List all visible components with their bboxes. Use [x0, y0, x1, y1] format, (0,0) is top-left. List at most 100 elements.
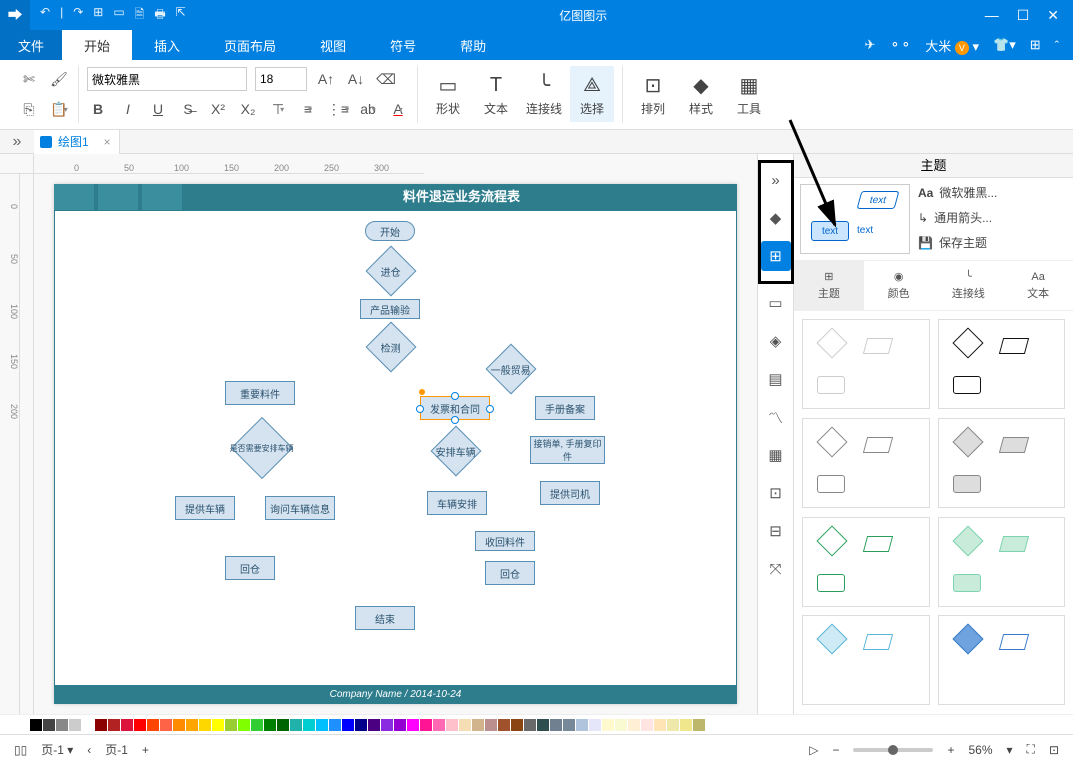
side-expand-icon[interactable]: » [761, 165, 791, 195]
side-chart-icon[interactable]: 〽 [761, 402, 791, 432]
font-size-select[interactable] [255, 67, 307, 91]
color-swatch[interactable] [212, 719, 224, 731]
copy-button[interactable]: ⎘ [18, 98, 40, 120]
node-diamond-2[interactable]: 检测 [366, 322, 417, 373]
side-attach-icon[interactable]: ⊡ [761, 478, 791, 508]
undo-button[interactable]: ↶ [40, 5, 50, 26]
color-swatch[interactable] [147, 719, 159, 731]
save-button[interactable]: 🗎 [135, 5, 145, 26]
theme-font-option[interactable]: Aa 微软雅黑... [918, 184, 1067, 201]
node-vehicle-arrange[interactable]: 车辆安排 [427, 491, 487, 515]
new-button[interactable]: ⊞ [93, 5, 103, 26]
theme-item[interactable] [938, 615, 1066, 705]
color-swatch[interactable] [329, 719, 341, 731]
node-manual[interactable]: 手册备案 [535, 396, 595, 420]
color-swatch[interactable] [667, 719, 679, 731]
color-swatch[interactable] [524, 719, 536, 731]
menu-insert[interactable]: 插入 [132, 30, 202, 60]
open-button[interactable]: ▭ [113, 5, 124, 26]
superscript-button[interactable]: X² [207, 98, 229, 120]
zoom-in-icon[interactable]: + [947, 743, 954, 757]
menu-view[interactable]: 视图 [298, 30, 368, 60]
menu-start[interactable]: 开始 [62, 30, 132, 60]
theme-tab-color[interactable]: ◉颜色 [864, 261, 934, 310]
font-name-select[interactable] [87, 67, 247, 91]
theme-item[interactable] [938, 319, 1066, 409]
side-table-icon[interactable]: ▦ [761, 440, 791, 470]
color-swatch[interactable] [537, 719, 549, 731]
zoom-value[interactable]: 56% [968, 743, 992, 757]
color-swatch[interactable] [251, 719, 263, 731]
color-swatch[interactable] [654, 719, 666, 731]
bold-button[interactable]: B [87, 98, 109, 120]
side-theme-icon[interactable]: ⊞ [761, 241, 791, 271]
color-swatch[interactable] [381, 719, 393, 731]
theme-item[interactable] [938, 517, 1066, 607]
send-icon[interactable]: ✈ [865, 37, 876, 53]
node-receipt[interactable]: 接销单, 手册复印件 [530, 436, 605, 464]
shirt-icon[interactable]: 👕▾ [993, 37, 1016, 53]
theme-item[interactable] [802, 418, 930, 508]
close-button[interactable]: ✕ [1047, 7, 1059, 24]
node-diamond-4[interactable]: 是否需要安排车辆 [231, 417, 293, 479]
color-swatch[interactable] [342, 719, 354, 731]
color-swatch[interactable] [550, 719, 562, 731]
print-button[interactable]: 🖶 [154, 5, 165, 26]
color-swatch[interactable] [628, 719, 640, 731]
cut-button[interactable]: ✄ [18, 68, 40, 90]
collapse-ribbon-icon[interactable]: ˆ [1055, 38, 1059, 53]
font-color-button[interactable]: A▾ [387, 98, 409, 120]
side-image-icon[interactable]: ▭ [761, 288, 791, 318]
color-swatch[interactable] [485, 719, 497, 731]
color-swatch[interactable] [394, 719, 406, 731]
color-swatch[interactable] [472, 719, 484, 731]
page-view-icon[interactable]: ▯▯ [14, 743, 27, 757]
color-swatch[interactable] [355, 719, 367, 731]
add-page-icon[interactable]: + [142, 743, 149, 757]
zoom-out-icon[interactable]: − [832, 743, 839, 757]
italic-button[interactable]: I [117, 98, 139, 120]
minimize-button[interactable]: — [985, 7, 999, 24]
share-icon[interactable]: ⚬⚬ [889, 37, 911, 53]
select-button[interactable]: ⟁选择 [570, 66, 614, 122]
theme-tab-connector[interactable]: ╰连接线 [934, 261, 1004, 310]
close-tab-icon[interactable]: × [104, 135, 111, 149]
maximize-button[interactable]: ☐ [1017, 7, 1030, 24]
color-swatch[interactable] [407, 719, 419, 731]
side-page-icon[interactable]: ▤ [761, 364, 791, 394]
style-button[interactable]: ◆样式 [679, 66, 723, 122]
increase-font-button[interactable]: A↑ [315, 68, 337, 90]
color-swatch[interactable] [290, 719, 302, 731]
color-swatch[interactable] [641, 719, 653, 731]
color-swatch[interactable] [615, 719, 627, 731]
node-diamond-1[interactable]: 进仓 [366, 246, 417, 297]
node-return1[interactable]: 回仓 [225, 556, 275, 580]
play-icon[interactable]: ▷ [809, 743, 818, 757]
color-swatch[interactable] [589, 719, 601, 731]
color-swatch[interactable] [186, 719, 198, 731]
color-swatch[interactable] [511, 719, 523, 731]
document-tab[interactable]: 绘图1 × [34, 130, 120, 154]
color-swatch[interactable] [498, 719, 510, 731]
menu-file[interactable]: 文件 [0, 30, 62, 60]
color-swatch[interactable] [43, 719, 55, 731]
color-swatch[interactable] [56, 719, 68, 731]
tools-button[interactable]: ▦工具 [727, 66, 771, 122]
color-swatch[interactable] [225, 719, 237, 731]
menu-symbol[interactable]: 符号 [368, 30, 438, 60]
redo-button[interactable]: ↷ [73, 5, 83, 26]
color-swatch[interactable] [576, 719, 588, 731]
underline-button[interactable]: U [147, 98, 169, 120]
color-swatch[interactable] [459, 719, 471, 731]
export-button[interactable]: ⇱ [176, 5, 186, 26]
user-name[interactable]: 大米 V ▾ [925, 36, 979, 55]
side-shuffle-icon[interactable]: ⤧ [761, 554, 791, 584]
theme-item[interactable] [938, 418, 1066, 508]
color-swatch[interactable] [303, 719, 315, 731]
node-end[interactable]: 结束 [355, 606, 415, 630]
color-swatch[interactable] [30, 719, 42, 731]
color-swatch[interactable] [173, 719, 185, 731]
line-spacing-button[interactable]: ≡▾ [297, 98, 319, 120]
side-tag-icon[interactable]: ⊟ [761, 516, 791, 546]
side-fill-icon[interactable]: ◆ [761, 203, 791, 233]
